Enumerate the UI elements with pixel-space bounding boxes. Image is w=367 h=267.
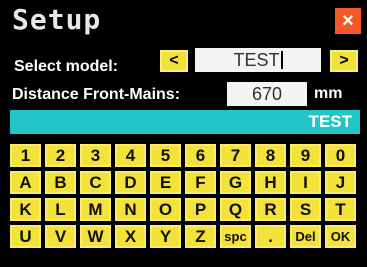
distance-field[interactable]: 670: [227, 82, 307, 106]
key-9[interactable]: 9: [290, 144, 321, 167]
setup-screen: Setup × Select model: < TEST > Distance …: [0, 0, 367, 267]
key-h[interactable]: H: [255, 171, 286, 194]
key-k[interactable]: K: [10, 198, 41, 221]
key-g[interactable]: G: [220, 171, 251, 194]
distance-label: Distance Front-Mains:: [12, 86, 181, 103]
text-entry-bar: TEST: [10, 110, 360, 134]
key-2[interactable]: 2: [45, 144, 76, 167]
key-t[interactable]: T: [325, 198, 356, 221]
key-7[interactable]: 7: [220, 144, 251, 167]
keyboard-row: U V W X Y Z spc . Del OK: [10, 225, 365, 248]
key-y[interactable]: Y: [150, 225, 181, 248]
next-model-button[interactable]: >: [330, 50, 358, 72]
key-z[interactable]: Z: [185, 225, 216, 248]
previous-model-button[interactable]: <: [160, 50, 188, 72]
key-4[interactable]: 4: [115, 144, 146, 167]
key-b[interactable]: B: [45, 171, 76, 194]
delete-key[interactable]: Del: [290, 225, 321, 248]
key-v[interactable]: V: [45, 225, 76, 248]
key-s[interactable]: S: [290, 198, 321, 221]
key-f[interactable]: F: [185, 171, 216, 194]
key-3[interactable]: 3: [80, 144, 111, 167]
key-r[interactable]: R: [255, 198, 286, 221]
key-0[interactable]: 0: [325, 144, 356, 167]
key-e[interactable]: E: [150, 171, 181, 194]
keyboard-row: 1 2 3 4 5 6 7 8 9 0: [10, 144, 365, 167]
key-i[interactable]: I: [290, 171, 321, 194]
key-l[interactable]: L: [45, 198, 76, 221]
space-key[interactable]: spc: [220, 225, 251, 248]
key-6[interactable]: 6: [185, 144, 216, 167]
model-name-value: TEST: [233, 50, 280, 70]
key-a[interactable]: A: [10, 171, 41, 194]
close-button[interactable]: ×: [335, 8, 361, 34]
key-x[interactable]: X: [115, 225, 146, 248]
on-screen-keyboard: 1 2 3 4 5 6 7 8 9 0 A B C D E F G H I J …: [10, 144, 365, 252]
keyboard-row: A B C D E F G H I J: [10, 171, 365, 194]
key-u[interactable]: U: [10, 225, 41, 248]
key-m[interactable]: M: [80, 198, 111, 221]
key-j[interactable]: J: [325, 171, 356, 194]
key-o[interactable]: O: [150, 198, 181, 221]
keyboard-row: K L M N O P Q R S T: [10, 198, 365, 221]
model-name-field[interactable]: TEST: [195, 48, 321, 72]
text-cursor: [280, 51, 283, 69]
period-key[interactable]: .: [255, 225, 286, 248]
key-q[interactable]: Q: [220, 198, 251, 221]
key-n[interactable]: N: [115, 198, 146, 221]
key-5[interactable]: 5: [150, 144, 181, 167]
select-model-label: Select model:: [14, 58, 119, 75]
distance-unit-label: mm: [314, 85, 343, 102]
ok-key[interactable]: OK: [325, 225, 356, 248]
key-d[interactable]: D: [115, 171, 146, 194]
key-1[interactable]: 1: [10, 144, 41, 167]
key-p[interactable]: P: [185, 198, 216, 221]
key-8[interactable]: 8: [255, 144, 286, 167]
key-w[interactable]: W: [80, 225, 111, 248]
page-title: Setup: [12, 3, 102, 36]
key-c[interactable]: C: [80, 171, 111, 194]
